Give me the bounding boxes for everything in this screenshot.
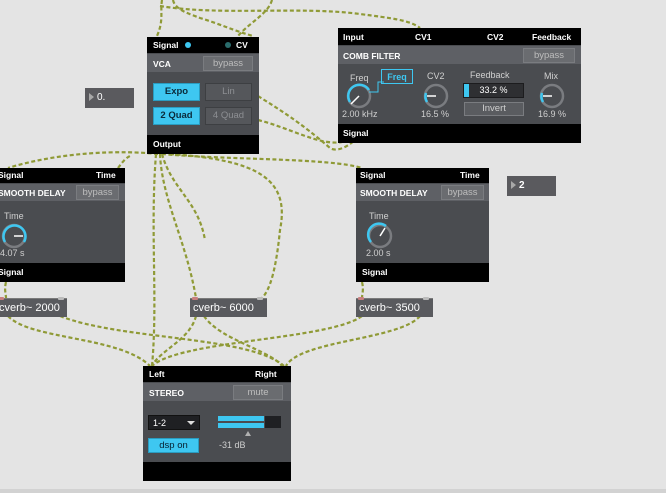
cverb-inlet[interactable] xyxy=(257,297,263,300)
cverb-label: cverb~ 3500 xyxy=(359,302,420,314)
vca-cv-label: CV xyxy=(236,40,248,50)
stereo-right-label: Right xyxy=(255,369,277,379)
dsp-on-button[interactable]: dsp on xyxy=(148,438,199,453)
number-box-right[interactable]: 2 xyxy=(507,176,556,196)
level-meter-headroom xyxy=(265,416,281,428)
lin-button[interactable]: Lin xyxy=(205,83,252,101)
delay-left-output-label: Signal xyxy=(0,267,24,277)
comb-bypass-button[interactable]: bypass xyxy=(523,48,575,63)
comb-signal-label: Signal xyxy=(343,128,369,138)
stereo-footer-bar xyxy=(143,462,291,481)
mix-value: 16.9 % xyxy=(538,109,567,119)
channel-select[interactable]: 1-2 xyxy=(148,415,200,430)
comb-inlet-bar: Input CV1 CV2 Feedback xyxy=(338,28,581,45)
cverb-inlet[interactable] xyxy=(423,297,429,300)
level-meter xyxy=(218,416,282,429)
cverb-object[interactable]: cverb~ 3500 xyxy=(356,297,433,317)
mix-knob[interactable] xyxy=(538,82,566,110)
delay-right-title: SMOOTH DELAY xyxy=(360,188,428,198)
invert-button[interactable]: Invert xyxy=(464,102,524,116)
comb-cv1-label: CV1 xyxy=(415,32,432,42)
vca-signal-label: Signal xyxy=(153,40,179,50)
four-quad-button[interactable]: 4 Quad xyxy=(205,107,252,125)
signal-indicator-icon xyxy=(185,42,191,48)
comb-outlet-bar: Signal xyxy=(338,124,581,143)
comb-title: COMB FILTER xyxy=(343,51,401,61)
cv-indicator-icon xyxy=(225,42,231,48)
delay-left-time-knob[interactable] xyxy=(0,222,28,250)
two-quad-button[interactable]: 2 Quad xyxy=(153,107,200,125)
delay-left-time-value: 4.07 s xyxy=(0,248,25,258)
vca-bypass-button[interactable]: bypass xyxy=(203,56,253,71)
expo-button[interactable]: Expo xyxy=(153,83,200,101)
comb-feedback-label: Feedback xyxy=(470,70,510,80)
delay-right-outlet-bar: Signal xyxy=(356,263,489,282)
stereo-title: STEREO xyxy=(149,388,184,398)
number-box-left[interactable]: 0. xyxy=(85,88,134,108)
cverb-inlet[interactable] xyxy=(58,297,64,300)
delay-right-bypass-button[interactable]: bypass xyxy=(441,185,484,200)
comb-filter-device: Input CV1 CV2 Feedback COMB FILTER bypas… xyxy=(338,28,581,143)
delay-right-output-label: Signal xyxy=(362,267,388,277)
comb-feedback-top-label: Feedback xyxy=(532,32,572,42)
delay-left-inlet-bar: Signal Time xyxy=(0,168,125,183)
freq-link-icon xyxy=(369,81,384,93)
stereo-left-label: Left xyxy=(149,369,165,379)
delay-right-time-label: Time xyxy=(369,211,389,221)
delay-left-signal-label: Signal xyxy=(0,170,24,180)
number-box-arrow-icon xyxy=(89,93,94,101)
comb-input-label: Input xyxy=(343,32,364,42)
delay-left-bypass-button[interactable]: bypass xyxy=(76,185,119,200)
smooth-delay-left-device: Signal Time SMOOTH DELAY bypass Time 4.0… xyxy=(0,168,125,282)
delay-left-time-top-label: Time xyxy=(96,170,116,180)
vca-title: VCA xyxy=(153,59,171,69)
cv2-knob[interactable] xyxy=(422,82,450,110)
channel-select-value: 1-2 xyxy=(153,418,167,428)
level-value: -31 dB xyxy=(219,440,246,450)
number-box-arrow-icon xyxy=(511,181,516,189)
cverb-inlet[interactable] xyxy=(192,297,198,300)
cverb-label: cverb~ 6000 xyxy=(193,302,254,314)
cverb-object[interactable]: cverb~ 2000 xyxy=(0,297,67,317)
delay-left-title: SMOOTH DELAY xyxy=(0,188,66,198)
level-pointer-icon xyxy=(245,431,251,436)
comb-cv2-knob-label: CV2 xyxy=(427,71,445,81)
delay-right-inlet-bar: Signal Time xyxy=(356,168,489,183)
stereo-output-device: Left Right STEREO mute 1-2 dsp on -31 dB xyxy=(143,366,291,481)
cverb-label: cverb~ 2000 xyxy=(0,302,60,314)
smooth-delay-right-device: Signal Time SMOOTH DELAY bypass Time 2.0… xyxy=(356,168,489,282)
cv2-value: 16.5 % xyxy=(421,109,450,119)
delay-left-outlet-bar: Signal xyxy=(0,263,125,282)
feedback-value: 33.2 % xyxy=(479,85,508,95)
number-box-right-value: 2 xyxy=(519,180,525,191)
delay-left-time-label: Time xyxy=(4,211,24,221)
cverb-inlet[interactable] xyxy=(0,297,4,300)
stereo-inlet-bar: Left Right xyxy=(143,366,291,382)
vca-outlet-bar: Output xyxy=(147,135,259,154)
vca-device: Signal CV VCA bypass Expo Lin 2 Quad 4 Q… xyxy=(147,37,259,154)
patcher-bottom-edge xyxy=(0,489,666,493)
cverb-inlet[interactable] xyxy=(358,297,364,300)
cverb-object[interactable]: cverb~ 6000 xyxy=(190,297,267,317)
freq-value: 2.00 kHz xyxy=(342,109,378,119)
vca-inlet-bar: Signal CV xyxy=(147,37,259,53)
chevron-down-icon xyxy=(187,421,195,425)
delay-right-time-knob[interactable] xyxy=(366,222,394,250)
comb-cv2-label: CV2 xyxy=(487,32,504,42)
vca-output-label: Output xyxy=(153,139,181,149)
mute-button[interactable]: mute xyxy=(233,385,283,400)
level-meter-right xyxy=(218,423,264,428)
comb-mix-label: Mix xyxy=(544,71,558,81)
delay-right-time-top-label: Time xyxy=(460,170,480,180)
feedback-slider[interactable]: 33.2 % xyxy=(463,83,524,98)
number-box-left-value: 0. xyxy=(97,92,106,103)
delay-right-time-value: 2.00 s xyxy=(366,248,391,258)
delay-right-signal-label: Signal xyxy=(360,170,386,180)
level-meter-left xyxy=(218,416,264,421)
